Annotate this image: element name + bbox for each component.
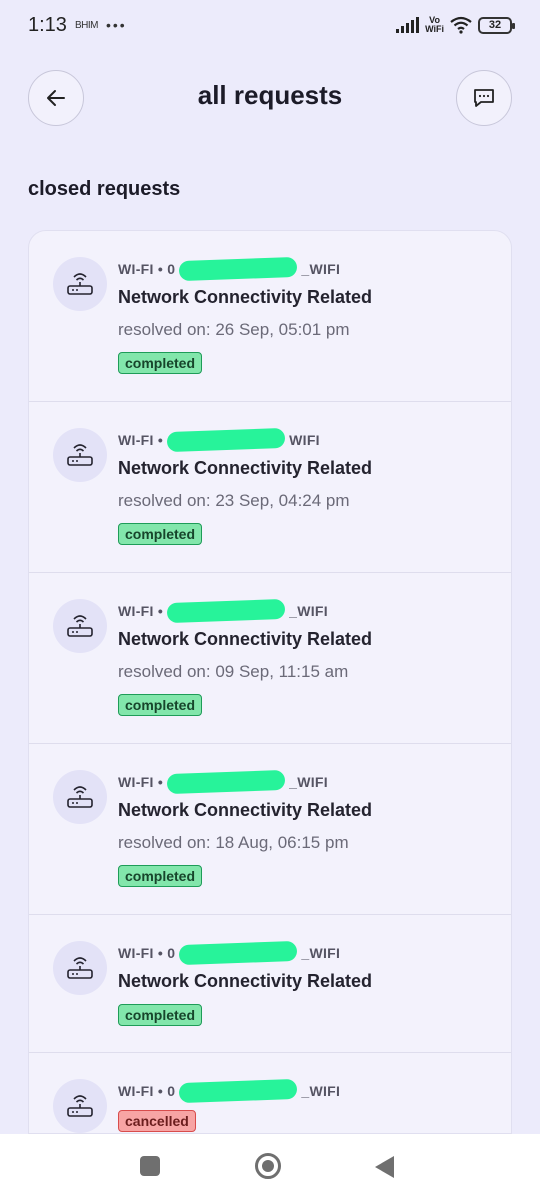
battery-level: 32 [488, 19, 502, 31]
request-meta: WI-FI • _WIFI [118, 769, 328, 795]
request-meta-prefix: WI-FI • [118, 432, 164, 448]
request-item[interactable]: WI-FI • 0 _WIFI Network Connectivity Rel… [29, 915, 511, 1053]
recent-apps-button[interactable] [140, 1156, 160, 1176]
request-item[interactable]: WI-FI • _WIFI Network Connectivity Relat… [29, 744, 511, 915]
battery-icon: 32 [478, 16, 515, 34]
router-icon [53, 599, 107, 653]
request-meta-prefix: WI-FI • 0 [118, 1083, 176, 1099]
request-meta-suffix: _WIFI [289, 603, 328, 619]
request-meta-suffix: _WIFI [301, 945, 341, 961]
request-resolved-date: resolved on: 23 Sep, 04:24 pm [118, 491, 350, 510]
request-item[interactable]: WI-FI • WIFI Network Connectivity Relate… [29, 402, 511, 573]
signal-icon [396, 17, 420, 33]
vowifi-bottom: WiFi [425, 24, 444, 34]
redaction-mark [179, 256, 298, 282]
request-resolved-date: resolved on: 26 Sep, 05:01 pm [118, 320, 350, 339]
system-nav-bar [0, 1134, 540, 1200]
chat-bubble-icon [474, 89, 494, 107]
request-title: Network Connectivity Related [118, 287, 373, 307]
header: all requests [0, 68, 540, 128]
request-resolved-date: resolved on: 09 Sep, 11:15 am [118, 662, 349, 681]
app-indicator: BHIM [74, 19, 99, 31]
request-title: Network Connectivity Related [118, 458, 373, 478]
vowifi-icon: Vo WiFi [425, 16, 444, 34]
redaction-mark [166, 427, 286, 453]
notification-dots: ••• [105, 17, 127, 33]
router-icon [53, 428, 107, 482]
chat-support-button[interactable] [456, 70, 512, 126]
redaction-mark [179, 1078, 298, 1104]
request-meta-suffix: _WIFI [301, 261, 341, 277]
request-meta-suffix: _WIFI [301, 1083, 341, 1099]
status-badge-completed: completed [118, 523, 203, 545]
router-icon [53, 770, 107, 824]
router-icon [53, 941, 107, 995]
request-title: Network Connectivity Related [118, 800, 373, 820]
status-badge-completed: completed [118, 865, 203, 887]
status-badge-completed: completed [118, 694, 203, 716]
status-badge-completed: completed [118, 352, 203, 374]
request-item[interactable]: WI-FI • 0 _WIFI cancelled [29, 1053, 511, 1133]
request-item[interactable]: WI-FI • _WIFI Network Connectivity Relat… [29, 573, 511, 744]
request-list: WI-FI • 0 _WIFI Network Connectivity Rel… [28, 230, 512, 1134]
request-meta-prefix: WI-FI • 0 [118, 945, 176, 961]
section-title: closed requests [28, 178, 181, 200]
redaction-mark [166, 598, 286, 624]
request-item[interactable]: WI-FI • 0 _WIFI Network Connectivity Rel… [29, 231, 511, 402]
request-meta: WI-FI • 0 _WIFI [118, 1078, 341, 1104]
request-meta: WI-FI • WIFI [118, 427, 320, 453]
router-icon [53, 1079, 107, 1133]
request-meta: WI-FI • _WIFI [118, 598, 328, 624]
status-badge-cancelled: cancelled [118, 1110, 196, 1132]
redaction-mark [166, 769, 286, 795]
request-meta-prefix: WI-FI • 0 [118, 261, 176, 277]
request-title: Network Connectivity Related [118, 971, 373, 991]
status-time: 1:13 [28, 13, 67, 36]
status-bar: 1:13 BHIM ••• Vo WiFi 32 [0, 0, 540, 50]
request-title: Network Connectivity Related [118, 629, 373, 649]
request-meta-suffix: _WIFI [289, 774, 328, 790]
request-meta: WI-FI • 0 _WIFI [118, 940, 341, 966]
request-meta: WI-FI • 0 _WIFI [118, 256, 341, 282]
status-right: Vo WiFi 32 [396, 16, 515, 34]
request-resolved-date: resolved on: 18 Aug, 06:15 pm [118, 833, 349, 852]
request-meta-prefix: WI-FI • [118, 774, 164, 790]
system-back-button[interactable] [375, 1156, 394, 1178]
status-left: 1:13 BHIM ••• [28, 14, 127, 37]
request-meta-prefix: WI-FI • [118, 603, 164, 619]
status-badge-completed: completed [118, 1004, 203, 1026]
wifi-status-icon [450, 16, 472, 34]
request-meta-suffix: WIFI [289, 432, 320, 448]
home-button[interactable] [255, 1153, 281, 1179]
router-icon [53, 257, 107, 311]
redaction-mark [179, 940, 298, 966]
